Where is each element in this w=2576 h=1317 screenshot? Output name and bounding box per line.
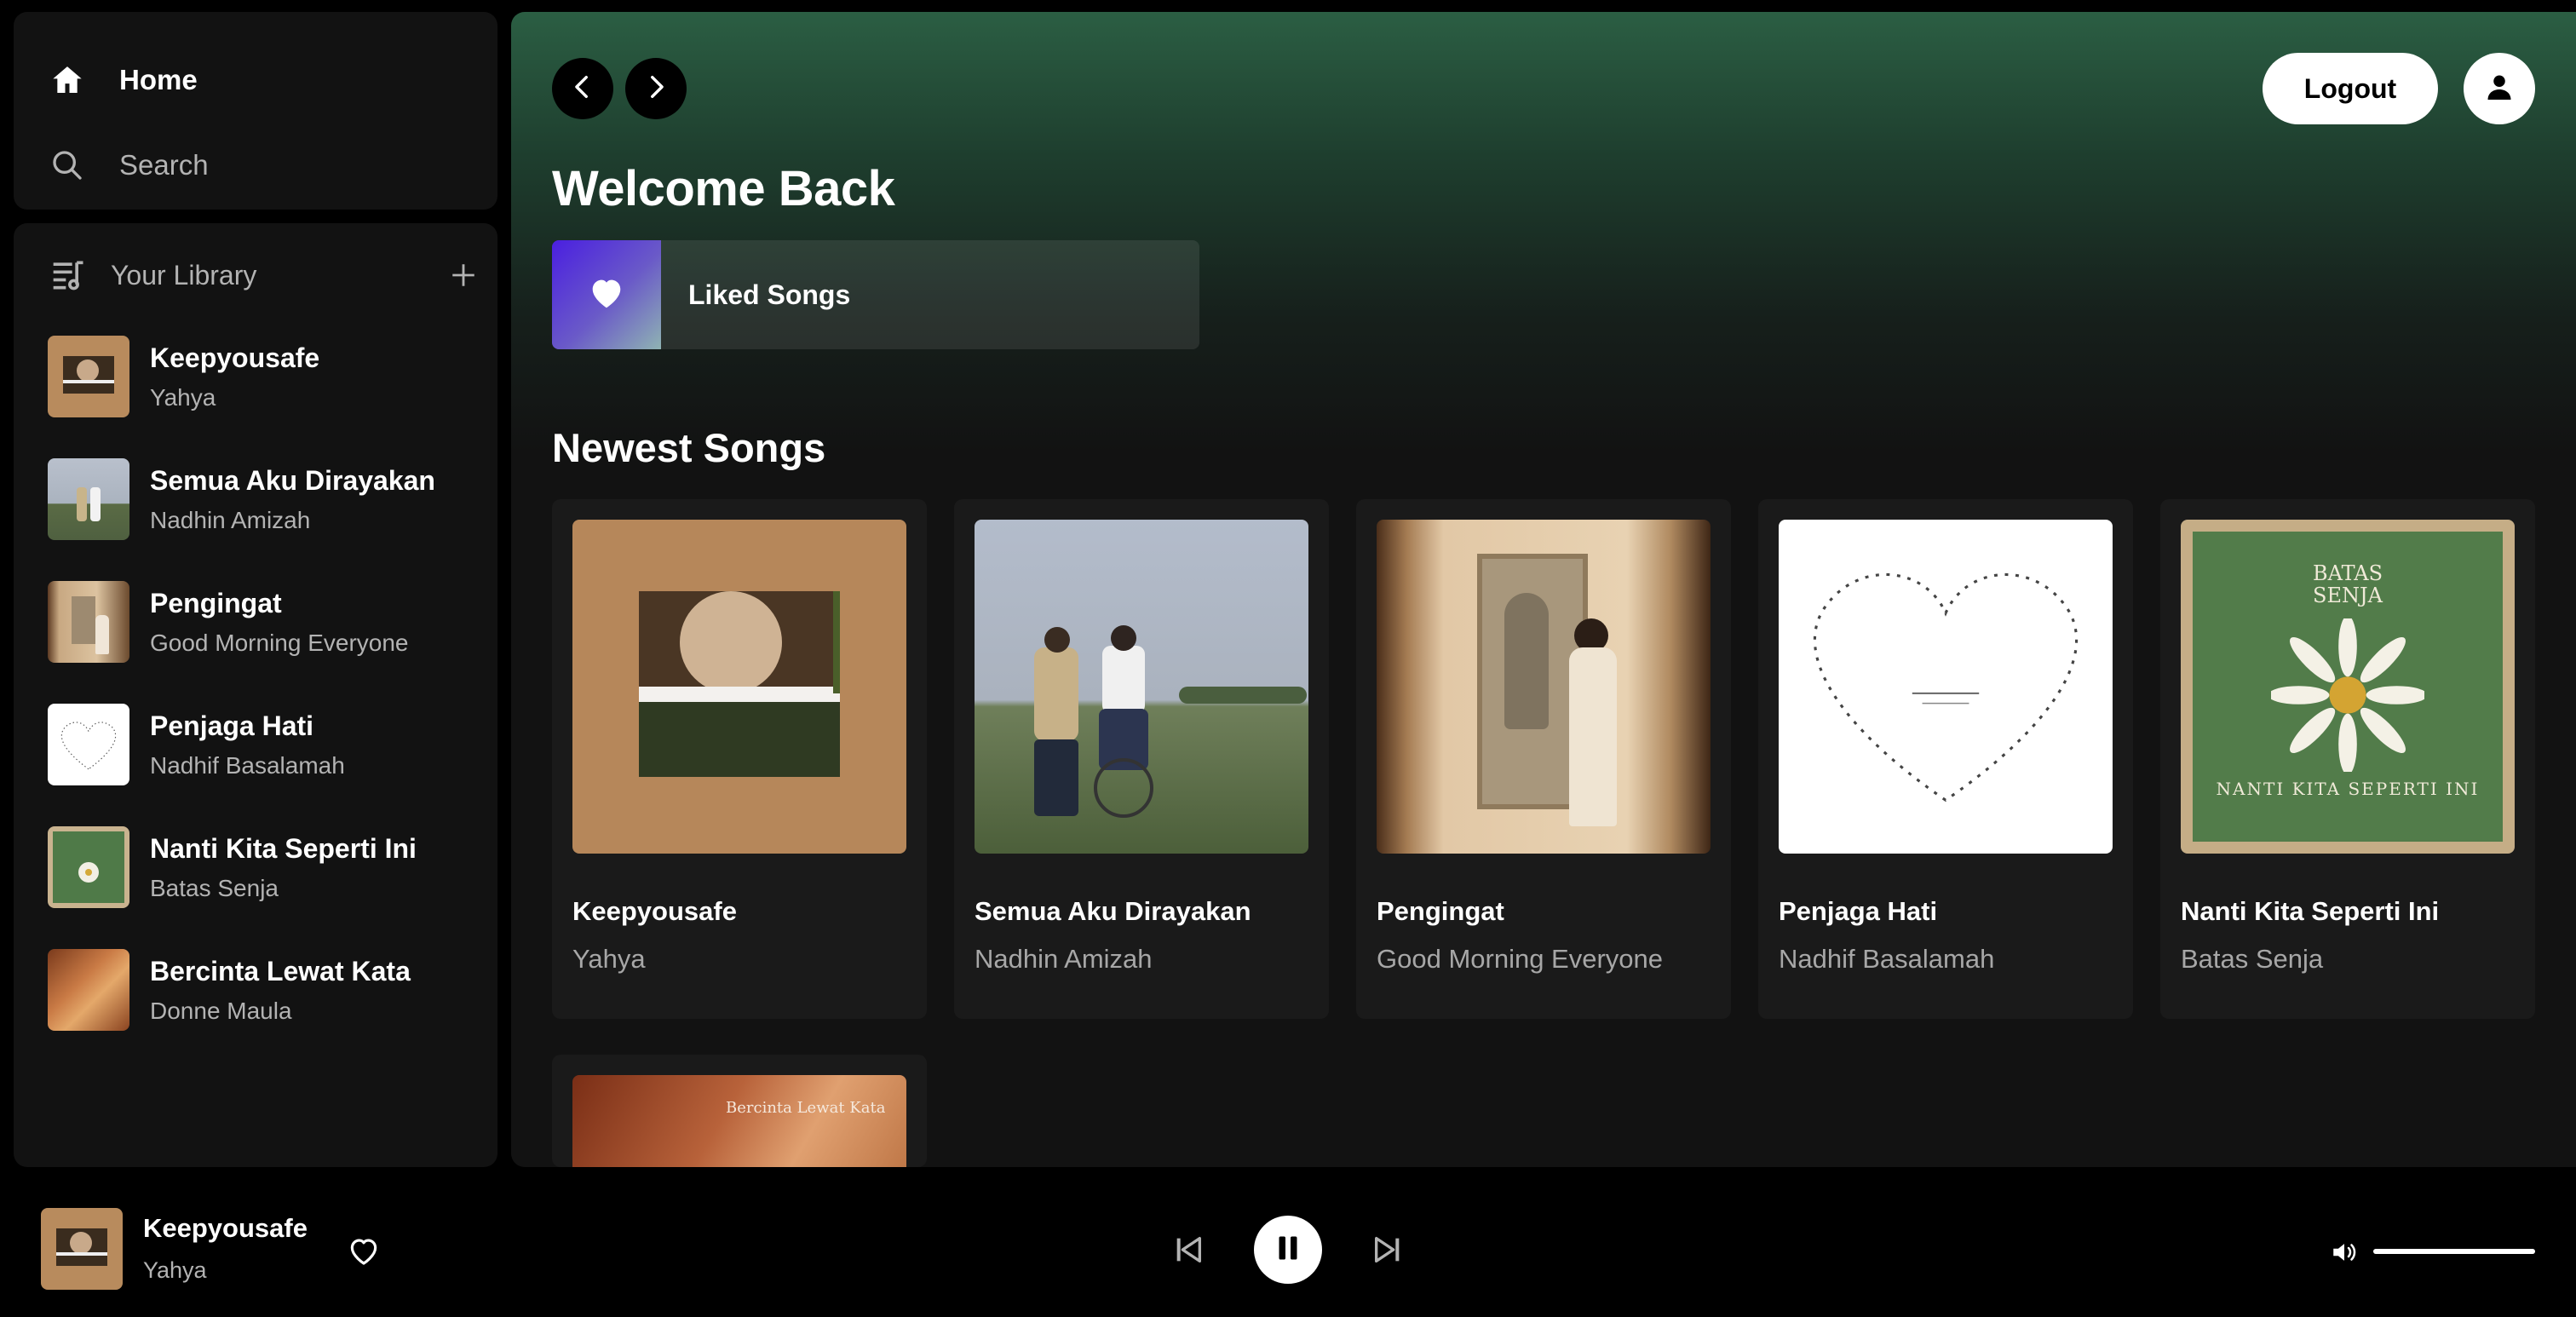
liked-songs-tile[interactable]: Liked Songs bbox=[552, 240, 1199, 349]
library-item[interactable]: Nanti Kita Seperti Ini Batas Senja bbox=[48, 825, 474, 910]
now-playing-artist[interactable]: Yahya bbox=[143, 1257, 207, 1284]
song-card-artist: Nadhif Basalamah bbox=[1779, 944, 1995, 974]
main-content: Logout Welcome Back Liked Songs Newest S… bbox=[511, 12, 2576, 1167]
library-item-title: Bercinta Lewat Kata bbox=[150, 956, 411, 986]
library-item-artist: Batas Senja bbox=[150, 875, 279, 901]
album-art: Bercinta Lewat Kata bbox=[572, 1075, 906, 1167]
volume-icon[interactable] bbox=[2327, 1235, 2361, 1269]
song-card[interactable]: Penjaga Hati Nadhif Basalamah bbox=[1758, 499, 2133, 1019]
heart-icon bbox=[587, 273, 626, 317]
album-art bbox=[572, 520, 906, 854]
section-title: Newest Songs bbox=[552, 425, 826, 470]
song-card-title: Pengingat bbox=[1377, 896, 1504, 926]
song-card[interactable]: Bercinta Lewat Kata bbox=[552, 1055, 927, 1167]
page-title: Welcome Back bbox=[552, 161, 895, 216]
liked-songs-art bbox=[552, 240, 661, 349]
profile-button[interactable] bbox=[2464, 53, 2535, 124]
song-card-artist: Nadhin Amizah bbox=[975, 944, 1153, 974]
user-icon bbox=[2484, 72, 2515, 106]
pause-button[interactable] bbox=[1254, 1216, 1322, 1284]
song-card-artist: Batas Senja bbox=[2181, 944, 2324, 974]
album-art-thumb bbox=[48, 704, 129, 785]
song-card-artist: Yahya bbox=[572, 944, 646, 974]
now-playing-art bbox=[41, 1208, 123, 1290]
library-item-artist: Nadhif Basalamah bbox=[150, 752, 345, 779]
album-art-thumb bbox=[48, 458, 129, 540]
library-title[interactable]: Your Library bbox=[111, 260, 445, 291]
library-icon bbox=[48, 254, 90, 296]
song-card-title: Penjaga Hati bbox=[1779, 896, 1938, 926]
search-icon bbox=[48, 146, 87, 185]
album-art-thumb bbox=[48, 949, 129, 1031]
album-art: BATAS SENJA NANTI KITA SEPERTI INI bbox=[2181, 520, 2515, 854]
album-art-subtitle: NANTI KITA SEPERTI INI bbox=[2216, 779, 2480, 799]
song-card[interactable]: BATAS SENJA NANTI KITA SEPERTI INI Nanti… bbox=[2160, 499, 2535, 1019]
chevron-left-icon bbox=[568, 72, 597, 106]
library-list: Keepyousafe Yahya Semua Aku Dirayakan Na… bbox=[48, 334, 474, 1070]
library-item-artist: Yahya bbox=[150, 384, 216, 411]
library-header: Your Library bbox=[48, 249, 482, 302]
library-item-title: Nanti Kita Seperti Ini bbox=[150, 833, 417, 864]
song-card-artist: Good Morning Everyone bbox=[1377, 944, 1664, 974]
nav-home[interactable]: Home bbox=[48, 55, 198, 106]
skip-forward-icon[interactable] bbox=[1366, 1228, 1409, 1271]
album-art-logo: BATAS SENJA bbox=[2312, 561, 2383, 607]
library-item-title: Keepyousafe bbox=[150, 342, 320, 373]
library-item-title: Semua Aku Dirayakan bbox=[150, 465, 435, 496]
sidebar-nav-panel: Home Search bbox=[14, 12, 497, 210]
library-item-artist: Donne Maula bbox=[150, 998, 292, 1024]
song-card[interactable]: Pengingat Good Morning Everyone bbox=[1356, 499, 1731, 1019]
back-button[interactable] bbox=[552, 58, 613, 119]
pause-icon bbox=[1273, 1233, 1303, 1268]
nav-search[interactable]: Search bbox=[48, 140, 209, 191]
song-card-title: Keepyousafe bbox=[572, 896, 737, 926]
library-item[interactable]: Bercinta Lewat Kata Donne Maula bbox=[48, 947, 474, 1032]
album-art-thumb bbox=[48, 336, 129, 417]
library-item-title: Pengingat bbox=[150, 588, 282, 618]
album-art-thumb bbox=[48, 581, 129, 663]
nav-search-label: Search bbox=[119, 149, 209, 181]
song-card-title: Semua Aku Dirayakan bbox=[975, 896, 1251, 926]
player-bar: Keepyousafe Yahya bbox=[0, 1167, 2576, 1317]
volume-slider[interactable] bbox=[2373, 1249, 2535, 1254]
library-item[interactable]: Keepyousafe Yahya bbox=[48, 334, 474, 419]
album-art-thumb bbox=[48, 826, 129, 908]
album-art-text: Bercinta Lewat Kata bbox=[726, 1099, 886, 1117]
library-item[interactable]: Semua Aku Dirayakan Nadhin Amizah bbox=[48, 457, 474, 542]
song-card-title: Nanti Kita Seperti Ini bbox=[2181, 896, 2440, 926]
nav-home-label: Home bbox=[119, 64, 198, 95]
library-item-artist: Good Morning Everyone bbox=[150, 630, 409, 656]
home-icon bbox=[48, 60, 87, 100]
plus-icon[interactable] bbox=[445, 256, 482, 294]
library-item[interactable]: Penjaga Hati Nadhif Basalamah bbox=[48, 702, 474, 787]
library-item[interactable]: Pengingat Good Morning Everyone bbox=[48, 579, 474, 664]
now-playing-title[interactable]: Keepyousafe bbox=[143, 1213, 308, 1244]
volume-slider-fill bbox=[2373, 1249, 2535, 1254]
song-card[interactable]: Keepyousafe Yahya bbox=[552, 499, 927, 1019]
song-card[interactable]: Semua Aku Dirayakan Nadhin Amizah bbox=[954, 499, 1329, 1019]
library-item-title: Penjaga Hati bbox=[150, 710, 314, 741]
chevron-right-icon bbox=[641, 72, 670, 106]
liked-songs-label: Liked Songs bbox=[688, 279, 851, 310]
album-art bbox=[975, 520, 1308, 854]
skip-back-icon[interactable] bbox=[1167, 1228, 1210, 1271]
logout-button[interactable]: Logout bbox=[2263, 53, 2438, 124]
forward-button[interactable] bbox=[625, 58, 687, 119]
album-art bbox=[1377, 520, 1711, 854]
album-art bbox=[1779, 520, 2113, 854]
heart-icon[interactable] bbox=[342, 1230, 385, 1273]
library-item-artist: Nadhin Amizah bbox=[150, 507, 311, 533]
sidebar-library-panel: Your Library Keepyousafe Yahya Semua Aku… bbox=[14, 223, 497, 1167]
